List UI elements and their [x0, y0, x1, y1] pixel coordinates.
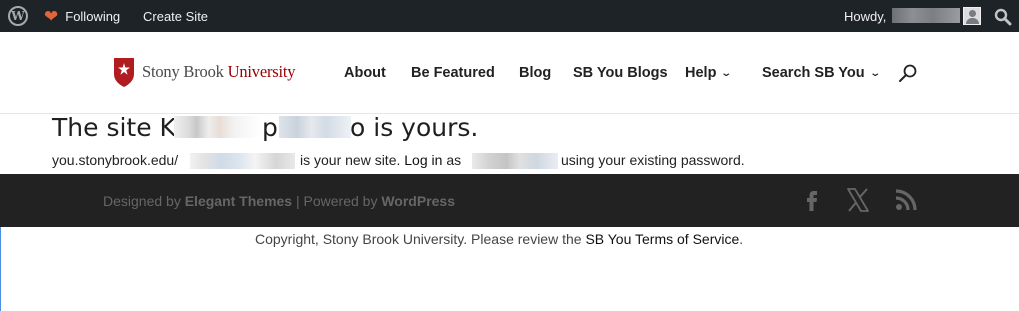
nav-search-sb-you[interactable]: Search SB You ⌄ [762, 32, 881, 114]
elegant-themes-link[interactable]: Elegant Themes [185, 193, 292, 209]
page-title-suffix: o is yours. [350, 113, 479, 142]
following-label: Following [65, 8, 121, 24]
chevron-down-icon: ⌄ [868, 67, 881, 79]
site-url-prefix: you.stonybrook.edu/ [52, 152, 179, 168]
site-header: Stony Brook University About Be Featured… [0, 32, 1019, 114]
copyright-notice: Copyright, Stony Brook University. Pleas… [255, 231, 744, 247]
site-name-redacted [174, 116, 261, 138]
footer-bottom-bar: Designed by Elegant Themes | Powered by … [0, 174, 1019, 227]
nav-help[interactable]: Help ⌄ [685, 32, 733, 114]
terms-of-service-link[interactable]: SB You Terms of Service [585, 231, 739, 247]
site-url-redacted [190, 153, 295, 169]
wordpress-link[interactable]: WordPress [381, 193, 455, 209]
nav-sb-you-blogs[interactable]: SB You Blogs [573, 32, 668, 114]
shield-icon [114, 58, 134, 87]
following-link[interactable]: ❤ Following [44, 0, 120, 32]
login-link[interactable]: Log in [404, 152, 442, 168]
facebook-icon[interactable] [799, 187, 825, 213]
chevron-down-icon: ⌄ [720, 67, 733, 79]
page-title: The site K [52, 113, 176, 142]
stony-brook-logo[interactable]: Stony Brook University [112, 56, 295, 88]
logo-text-stony-brook: Stony Brook [142, 62, 224, 81]
nav-blog[interactable]: Blog [519, 32, 551, 114]
page-title-mid: p [262, 113, 278, 142]
username-redacted [892, 8, 960, 23]
howdy-label[interactable]: Howdy, [844, 0, 886, 32]
nav-about[interactable]: About [344, 32, 386, 114]
password-text: using your existing password. [561, 152, 745, 168]
username-redacted-2 [472, 153, 558, 169]
avatar[interactable] [963, 7, 981, 25]
create-site-link[interactable]: Create Site [143, 0, 208, 32]
nav-be-featured[interactable]: Be Featured [411, 32, 495, 114]
heart-icon: ❤ [44, 6, 59, 26]
new-site-text: is your new site. Log in as [300, 152, 462, 168]
logo-text-university: University [227, 62, 296, 81]
wordpress-logo-icon[interactable]: W [8, 0, 28, 32]
rss-icon[interactable] [893, 187, 919, 213]
search-icon[interactable] [994, 8, 1012, 26]
search-icon[interactable] [898, 63, 918, 83]
window-edge [0, 227, 1, 311]
new-site-message: you.stonybrook.edu/ [52, 152, 178, 168]
x-icon[interactable] [845, 187, 871, 213]
site-name-redacted-2 [279, 116, 351, 138]
footer-credits: Designed by Elegant Themes | Powered by … [103, 192, 456, 209]
admin-bar: W ❤ Following Create Site Howdy, [0, 0, 1019, 32]
